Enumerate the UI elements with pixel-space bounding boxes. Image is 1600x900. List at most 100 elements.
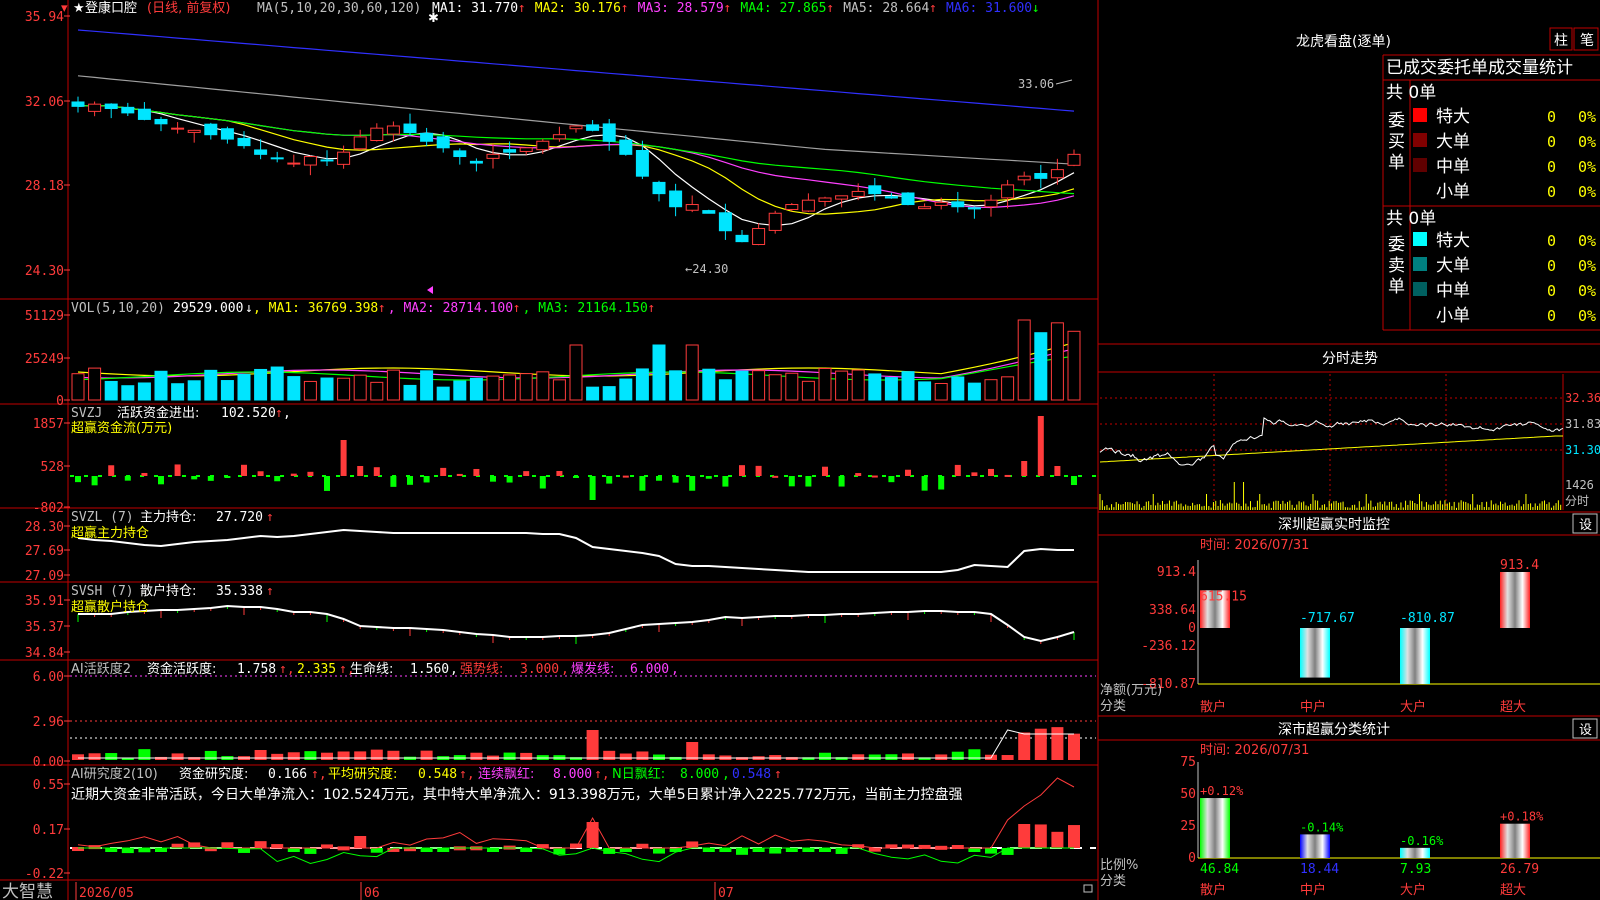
volume-bar (453, 380, 467, 401)
volume-bar (901, 371, 915, 401)
category-bar-超大 (1500, 572, 1530, 628)
fund-flow-bar (971, 472, 978, 476)
research-bar (221, 842, 234, 848)
volume-bar (254, 368, 268, 401)
fund-flow-bar (622, 475, 629, 478)
intraday-title: 分时走势 (1322, 351, 1378, 367)
svzj-panel[interactable]: 1857 528 -802 SVZJ 活跃资金进出: 102.520 ↑ , 超赢资… (33, 405, 1096, 516)
bar-change-label: +0.18% (1500, 810, 1544, 824)
candle (934, 201, 948, 206)
volume-bar (884, 377, 898, 401)
volume-bar (1067, 330, 1081, 401)
svzj-arrow: ↑ (275, 406, 283, 421)
volume-bar (370, 381, 384, 401)
category-label: 大户 (1400, 882, 1426, 898)
sell-side-label: 委 (1388, 235, 1405, 255)
volume-bar (735, 370, 749, 401)
fund-flow-bar (75, 476, 81, 483)
svzl-header: SVZL (7) (71, 510, 134, 525)
volume-bar (752, 370, 766, 401)
candle (486, 153, 500, 159)
research-bar (155, 848, 167, 852)
candle (951, 201, 965, 208)
menu-flag-icon[interactable]: ▾ (61, 1, 68, 16)
volume-bar (951, 376, 965, 401)
volume-bar (1017, 319, 1031, 401)
fund-flow-bar (407, 476, 413, 485)
axis-tick: 0 (1188, 851, 1196, 866)
intraday-panel[interactable]: 分时走势 32.36 31.83 31.30 1426 分时 (1099, 351, 1600, 510)
ai-research-panel[interactable]: 0.55 0.17 -0.22 AI研究度2(10) 资金研究度: 0.166 ↑,… (25, 766, 1096, 882)
fund-flow-bar (340, 440, 347, 476)
ai-activity-panel[interactable]: 6.00 2.96 0.00 AI活跃度2 资金活跃度: 1.758 ↑, 2.33… (33, 661, 1096, 770)
fund-flow-bar (772, 475, 779, 478)
candle (137, 108, 151, 120)
footer-bar: 大智慧 2026/05 06 07 (2, 882, 1093, 900)
category-label: 散户 (1200, 882, 1226, 898)
svg-text:笔: 笔 (1580, 33, 1594, 49)
activity-bar (1051, 727, 1064, 760)
candle (121, 106, 135, 114)
candle (154, 118, 168, 125)
classify-ylabel: 比例% (1100, 858, 1138, 873)
svzl-panel[interactable]: 28.3027.6927.09 SVZL (7) 主力持仓: 27.720 ↑ … (25, 510, 1074, 584)
activity-bar (1068, 733, 1080, 760)
ai1-axis-tick: 6.00 (33, 670, 64, 685)
stats-title: 已成交委托单成交量统计 (1386, 58, 1573, 78)
category-bar-散户 (1200, 798, 1230, 858)
fund-flow-bar (124, 476, 131, 481)
svg-text:↑: ↑ (378, 301, 386, 316)
sell-row-qty: 0 (1547, 232, 1556, 250)
volume-bar (386, 369, 400, 401)
activity-bar (387, 750, 400, 760)
svg-text:↑: ↑ (774, 767, 782, 782)
activity-bar (1034, 728, 1047, 760)
ai1-axis-tick: 2.96 (33, 715, 64, 730)
lock-icon[interactable] (1083, 884, 1093, 893)
fund-flow-bar (639, 476, 646, 491)
volume-bar (320, 377, 334, 401)
fund-flow-bar (938, 476, 945, 490)
candle (453, 150, 467, 158)
volume-bar (569, 344, 583, 401)
fund-flow-bar (174, 464, 181, 476)
stock-chart-canvas[interactable]: 35.94 32.06 28.18 24.30 33.06 ←24.30 ▾ ★ 登康… (0, 0, 1600, 900)
svg-text:↑: ↑ (723, 1, 731, 16)
activity-bar (304, 751, 317, 760)
fund-flow-bar (191, 476, 198, 480)
fund-flow-bar (988, 468, 994, 476)
volume-bar (967, 382, 981, 401)
ai1-label-1: 资金活跃度: (147, 661, 216, 677)
volume-bar (536, 371, 550, 401)
longhu-title: 龙虎看盘(逐单) (1296, 33, 1391, 50)
favorite-star-icon[interactable]: ★ (73, 1, 85, 16)
volume-bar (619, 378, 633, 401)
vol-arrow: ↓ (245, 301, 253, 316)
ma-legend-4: MA4: 27.865 (740, 1, 826, 16)
period-mode[interactable]: (日线, 前复权) (147, 0, 230, 16)
date-label-1: 2026/05 (79, 886, 134, 900)
research-bar (653, 848, 665, 854)
research-bar (769, 848, 782, 854)
fund-flow-bar (141, 472, 148, 476)
research-bar (636, 843, 649, 848)
svg-text:↑: ↑ (647, 301, 655, 316)
buy-row-pct: 0% (1578, 133, 1596, 151)
candle (868, 185, 882, 195)
volume-bar (602, 386, 616, 401)
fund-flow-bar (456, 473, 463, 476)
ai-summary-note: 近期大资金非常活跃，今日大单净流入：102.524万元，其中特大单净流入：913… (71, 786, 963, 803)
research-bar (719, 848, 732, 853)
kline-panel[interactable]: 35.94 32.06 28.18 24.30 33.06 ←24.30 (25, 10, 1081, 294)
svsh-panel[interactable]: 35.9135.3734.84 SVSH (7) 散户持仓: 35.338 ↑ … (25, 583, 1075, 661)
svzj-value: 102.520 (221, 406, 276, 421)
svzl-label: 主力持仓: (140, 510, 196, 525)
category-label: 散户 (1200, 699, 1226, 715)
fund-flow-bar (1071, 476, 1077, 486)
volume-panel[interactable]: 51129 25249 0 VOL(5,10,20) 29529.000 ↓ , M… (25, 301, 1081, 409)
fund-flow-bar (158, 476, 164, 485)
fund-flow-bar (1021, 461, 1028, 476)
svg-text:↓: ↓ (1032, 1, 1040, 16)
fund-flow-bar (954, 464, 961, 476)
category-label: 超大 (1500, 700, 1526, 715)
